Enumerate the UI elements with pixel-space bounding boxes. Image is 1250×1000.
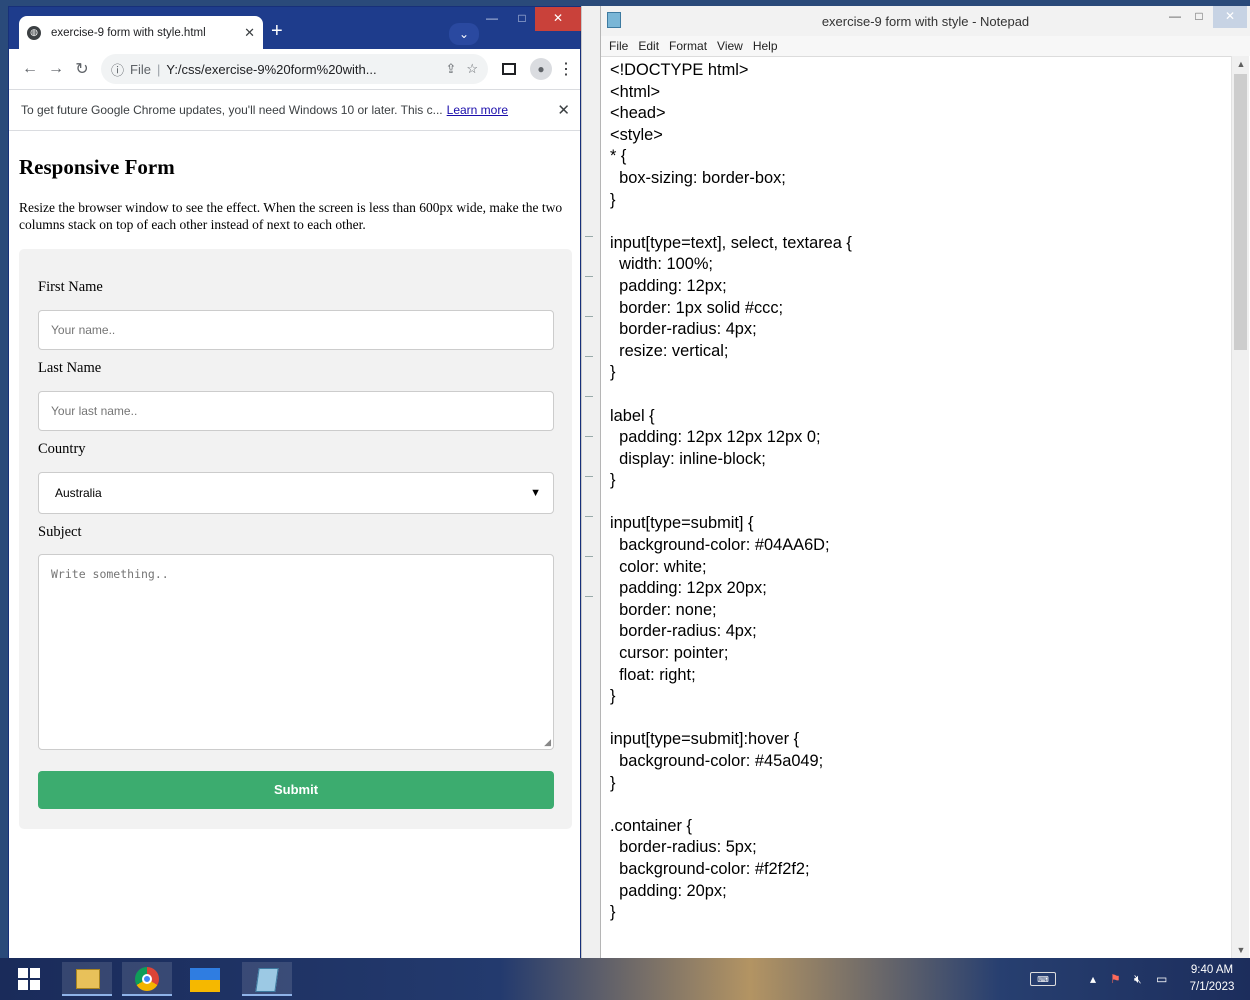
network-error-icon[interactable]: ⚑ — [1110, 958, 1121, 1000]
system-clock[interactable]: 9:40 AM 7/1/2023 — [1180, 962, 1244, 996]
start-logo-pane — [18, 968, 28, 978]
chevron-down-icon: ▼ — [530, 487, 541, 499]
clock-date: 7/1/2023 — [1189, 981, 1235, 993]
notepad-menubar: File Edit Format View Help — [601, 36, 1250, 56]
menu-edit[interactable]: Edit — [638, 39, 659, 53]
kebab-menu-icon[interactable]: ⋮ — [558, 59, 574, 79]
profile-avatar-icon[interactable]: ● — [530, 58, 552, 80]
tab-title: exercise-9 form with style.html — [51, 26, 206, 39]
strip-mark — [585, 236, 593, 237]
last-name-input[interactable]: Your last name.. — [38, 391, 554, 431]
new-tab-button[interactable]: + — [271, 21, 283, 41]
browser-tab[interactable]: ◍ exercise-9 form with style.html ✕ — [19, 16, 263, 49]
resize-grip-icon[interactable]: ◢ — [544, 738, 551, 748]
chrome-taskbar-icon[interactable] — [122, 962, 172, 996]
menu-view[interactable]: View — [717, 39, 743, 53]
address-url[interactable]: Y:/css/exercise-9%20form%20with... — [166, 62, 435, 77]
tab-strip: ◍ exercise-9 form with style.html ✕ + ⌄ … — [9, 7, 581, 49]
reload-icon[interactable]: ↻ — [69, 59, 95, 79]
subject-label: Subject — [38, 524, 82, 540]
strip-mark — [585, 436, 593, 437]
strip-mark — [585, 516, 593, 517]
scroll-thumb[interactable] — [1234, 74, 1247, 350]
file-explorer-taskbar-icon[interactable] — [62, 962, 112, 996]
infobar-message: To get future Google Chrome updates, you… — [21, 103, 443, 117]
learn-more-link[interactable]: Learn more — [447, 103, 508, 117]
submit-button[interactable]: Submit — [38, 771, 554, 809]
strip-mark — [585, 316, 593, 317]
volume-muted-icon[interactable]: 🔇︎ — [1134, 958, 1142, 1000]
country-select[interactable]: Australia ▼ — [38, 472, 554, 514]
start-logo-pane — [30, 980, 40, 990]
notepad-app-icon — [607, 12, 621, 28]
first-name-input[interactable]: Your name.. — [38, 310, 554, 350]
globe-icon: ◍ — [27, 25, 41, 40]
tray-expand-icon[interactable]: ▴ — [1090, 958, 1096, 1000]
minimize-button[interactable]: — — [479, 7, 505, 31]
browser-toolbar: ← → ↻ ⓘ File | Y:/css/exercise-9%20form%… — [9, 49, 580, 89]
clock-time: 9:40 AM — [1190, 964, 1234, 976]
side-panel-icon[interactable] — [502, 63, 516, 75]
page-title: Responsive Form — [19, 155, 175, 179]
vertical-scrollbar[interactable]: ▲ ▼ — [1231, 56, 1249, 958]
notepad-taskbar-icon[interactable] — [242, 962, 292, 996]
notepad-editor[interactable]: <!DOCTYPE html> <html> <head> <style> * … — [601, 56, 1231, 958]
last-name-label: Last Name — [38, 360, 102, 376]
start-logo-pane — [30, 968, 40, 978]
scroll-down-arrow-icon[interactable]: ▼ — [1232, 945, 1250, 955]
page-viewport: Responsive Form Resize the browser windo… — [9, 131, 580, 959]
first-name-placeholder: Your name.. — [51, 323, 116, 337]
strip-mark — [585, 396, 593, 397]
windows-start-icon[interactable] — [8, 962, 54, 996]
country-selected-value: Australia — [55, 486, 102, 500]
address-bar[interactable]: ⓘ File | Y:/css/exercise-9%20form%20with… — [101, 54, 488, 84]
strip-mark — [585, 556, 593, 557]
menu-help[interactable]: Help — [753, 39, 778, 53]
taskbar-app-icon[interactable] — [182, 962, 232, 996]
notepad-close-button[interactable]: ✕ — [1213, 6, 1247, 28]
file-scheme-label: File — [130, 61, 151, 77]
menu-format[interactable]: Format — [669, 39, 707, 53]
form-container: First Name Your name.. Last Name Your la… — [19, 249, 572, 829]
strip-mark — [585, 276, 593, 277]
notepad-code-text: <!DOCTYPE html> <html> <head> <style> * … — [610, 61, 852, 922]
notepad-window: exercise-9 form with style - Notepad — □… — [600, 6, 1250, 958]
infobar-close-icon[interactable]: ✕ — [557, 101, 570, 119]
keyboard-icon[interactable]: ⌨ — [1030, 972, 1056, 986]
info-icon[interactable]: ⓘ — [111, 60, 124, 79]
bookmark-star-icon[interactable]: ☆ — [466, 61, 478, 77]
update-infobar: To get future Google Chrome updates, you… — [9, 89, 580, 131]
address-separator: | — [156, 61, 161, 77]
close-window-button[interactable]: ✕ — [535, 7, 581, 31]
notepad-titlebar: exercise-9 form with style - Notepad — □… — [601, 6, 1250, 36]
country-label: Country — [38, 441, 86, 457]
share-icon[interactable]: ⇪ — [445, 61, 456, 77]
notepad-maximize-button[interactable]: □ — [1187, 6, 1211, 28]
strip-mark — [585, 356, 593, 357]
taskbar: ⌨ ▴ ⚑ 🔇︎ ▭ 9:40 AM 7/1/2023 — [0, 958, 1250, 1000]
notepad-minimize-button[interactable]: — — [1163, 6, 1187, 28]
first-name-label: First Name — [38, 279, 103, 295]
strip-mark — [585, 596, 593, 597]
page-intro: Resize the browser window to see the eff… — [19, 200, 563, 232]
start-logo-pane — [18, 980, 28, 990]
chrome-window: ◍ exercise-9 form with style.html ✕ + ⌄ … — [8, 6, 581, 959]
notification-icon[interactable]: ▭ — [1156, 958, 1167, 1000]
maximize-button[interactable]: □ — [509, 7, 535, 31]
last-name-placeholder: Your last name.. — [51, 404, 138, 418]
forward-arrow-icon[interactable]: → — [43, 60, 69, 78]
tab-close-icon[interactable]: ✕ — [244, 25, 255, 41]
back-arrow-icon[interactable]: ← — [17, 60, 43, 78]
background-window-strip — [581, 6, 600, 958]
subject-placeholder: Write something.. — [51, 567, 169, 581]
strip-mark — [585, 476, 593, 477]
tab-search-chevron-icon[interactable]: ⌄ — [449, 23, 479, 45]
notepad-title: exercise-9 form with style - Notepad — [821, 13, 1030, 29]
subject-textarea[interactable]: Write something.. ◢ — [38, 554, 554, 750]
menu-file[interactable]: File — [609, 39, 628, 53]
scroll-up-arrow-icon[interactable]: ▲ — [1232, 59, 1250, 69]
